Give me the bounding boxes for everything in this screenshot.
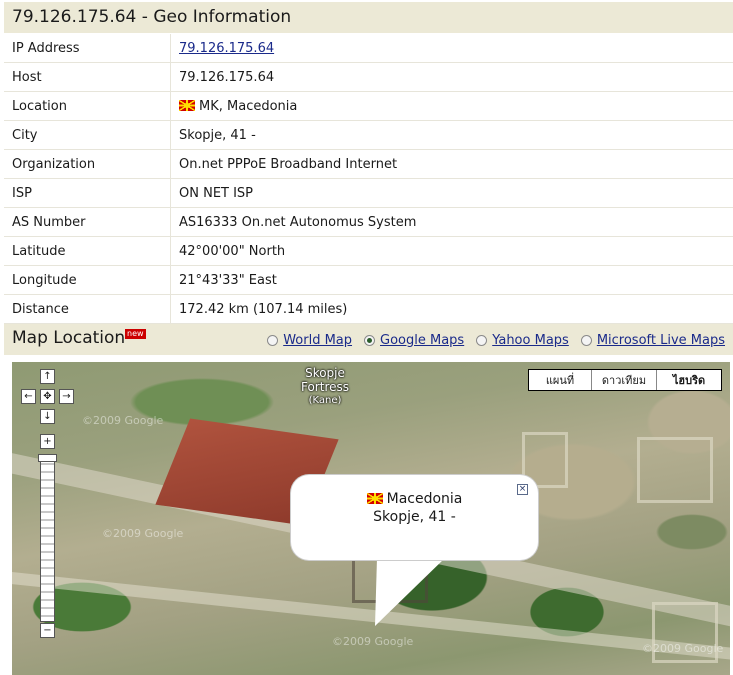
yahoo-maps-link[interactable]: Yahoo Maps [492,333,569,348]
table-row: Latitude 42°00'00" North [4,236,733,266]
world-map-link[interactable]: World Map [283,333,352,348]
row-label: City [4,120,171,150]
row-value: AS16333 On.net Autonomus System [170,207,733,237]
place-label-name: Skopje Fortress [300,366,349,394]
table-row: AS Number AS16333 On.net Autonomus Syste… [4,207,733,237]
option-yahoo-maps[interactable]: Yahoo Maps [476,333,569,348]
close-icon[interactable]: × [517,484,528,495]
pan-left-button[interactable]: ← [21,389,36,404]
location-value: MK, Macedonia [199,98,298,114]
macedonia-flag-icon [366,493,383,504]
place-label-sub: (Kane) [308,395,342,406]
map-type-control: แผนที่ ดาวเทียม ไฮบริด [528,369,722,391]
zoom-slider-thumb[interactable] [38,454,57,462]
row-value: ON NET ISP [170,178,733,208]
zoom-in-button[interactable]: + [40,434,55,449]
zoom-slider-track[interactable] [40,456,55,622]
map-watermark: ©2009 Google [82,414,164,427]
row-label: Host [4,62,171,92]
map-provider-options: World Map Google Maps Yahoo Maps Microso… [267,333,725,348]
row-label: Organization [4,149,171,179]
google-maps-link[interactable]: Google Maps [380,333,464,348]
title-bar: 79.126.175.64 - Geo Information [4,2,733,33]
map-ruin [637,437,713,503]
table-row: City Skopje, 41 - [4,120,733,150]
radio-google-maps[interactable] [364,335,376,346]
bubble-country: Macedonia [291,490,538,508]
table-row: Host 79.126.175.64 [4,62,733,92]
row-label: IP Address [4,34,171,63]
new-badge: new [125,329,146,339]
geo-info-table: IP Address 79.126.175.64 Host 79.126.175… [4,34,733,324]
row-value: 172.42 km (107.14 miles) [170,294,733,324]
row-value: 79.126.175.64 [170,62,733,92]
row-value: On.net PPPoE Broadband Internet [170,149,733,179]
zoom-out-button[interactable]: − [40,623,55,638]
microsoft-live-maps-link[interactable]: Microsoft Live Maps [597,333,725,348]
table-row: Organization On.net PPPoE Broadband Inte… [4,149,733,179]
row-label: Latitude [4,236,171,266]
info-bubble-tail [375,558,445,626]
radio-world-map[interactable] [267,335,279,346]
option-world-map[interactable]: World Map [267,333,352,348]
map-location-header: Map Location new World Map Google Maps Y… [4,324,733,355]
satellite-map[interactable]: ©2009 Google ©2009 Google ©2009 Google ©… [12,362,730,675]
radio-microsoft-live-maps[interactable] [580,335,592,346]
page-title: 79.126.175.64 - Geo Information [12,7,292,27]
radio-yahoo-maps[interactable] [476,335,488,346]
pan-right-button[interactable]: → [59,389,74,404]
option-microsoft-live-maps[interactable]: Microsoft Live Maps [580,333,725,348]
ip-address-link[interactable]: 79.126.175.64 [179,41,274,56]
row-label: Longitude [4,265,171,295]
table-row: ISP ON NET ISP [4,178,733,208]
pan-up-button[interactable]: ↑ [40,369,55,384]
map-watermark: ©2009 Google [332,635,414,648]
bubble-country-text: Macedonia [386,491,463,507]
map-location-title: Map Location [12,328,126,348]
map-type-hybrid-button[interactable]: ไฮบริด [656,370,721,390]
table-row: Distance 172.42 km (107.14 miles) [4,294,733,324]
row-value: 79.126.175.64 [170,34,733,63]
row-label: Distance [4,294,171,324]
macedonia-flag-icon [179,99,195,111]
pan-down-button[interactable]: ↓ [40,409,55,424]
bubble-city: Skopje, 41 - [373,509,456,525]
pan-center-button[interactable]: ✥ [40,389,55,404]
row-value: 21°43'33" East [170,265,733,295]
table-row: Longitude 21°43'33" East [4,265,733,295]
row-label: AS Number [4,207,171,237]
map-watermark: ©2009 Google [642,642,724,655]
row-label: Location [4,91,171,121]
table-row: IP Address 79.126.175.64 [4,34,733,63]
place-label: Skopje Fortress (Kane) [295,366,355,408]
table-row: Location MK, Macedonia [4,91,733,121]
row-label: ISP [4,178,171,208]
row-value: Skopje, 41 - [170,120,733,150]
row-value: MK, Macedonia [170,91,733,121]
map-watermark: ©2009 Google [102,527,184,540]
option-google-maps[interactable]: Google Maps [364,333,464,348]
map-type-satellite-button[interactable]: ดาวเทียม [591,370,656,390]
info-bubble: × Macedonia Skopje, 41 - [291,475,538,560]
row-value: 42°00'00" North [170,236,733,266]
map-type-map-button[interactable]: แผนที่ [529,370,591,390]
